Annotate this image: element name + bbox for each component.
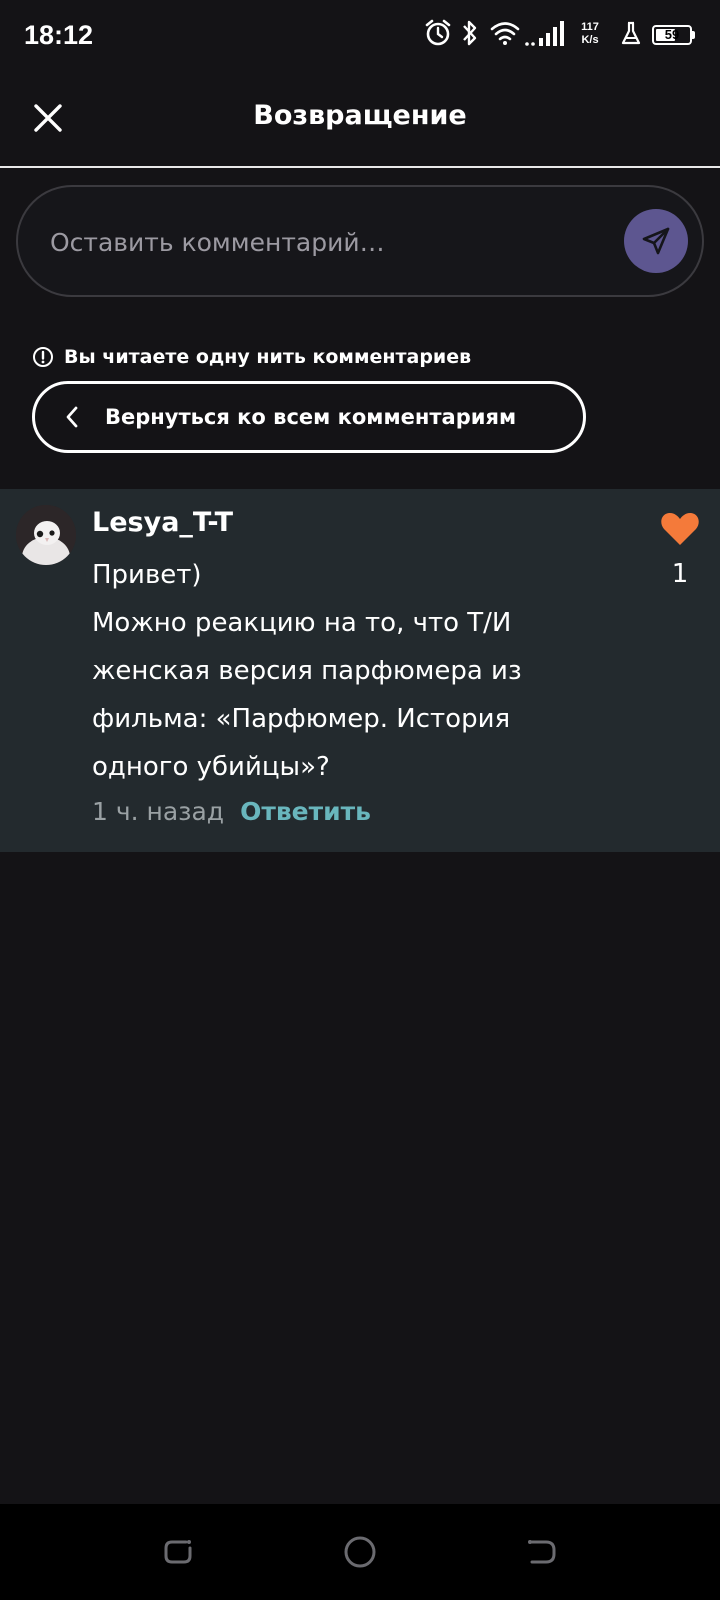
flask-icon: [621, 21, 641, 45]
alarm-icon: [425, 19, 451, 46]
comment-input[interactable]: [48, 217, 592, 267]
home-icon[interactable]: [340, 1532, 380, 1572]
back-to-all-comments-button[interactable]: Вернуться ко всем комментариям: [32, 381, 586, 453]
recent-apps-icon[interactable]: [158, 1532, 198, 1572]
nav-bar: [0, 1504, 720, 1600]
status-icons: 117 K/s 59: [424, 18, 696, 54]
comment-line: одного убийцы»?: [92, 752, 330, 782]
thread-notice-text: Вы читаете одну нить комментариев: [64, 346, 472, 368]
status-time: 18:12: [24, 20, 94, 50]
comment-line: фильма: «Парфюмер. История: [92, 704, 511, 734]
comment-line: Привет): [92, 560, 202, 590]
net-speed-value: 117: [581, 21, 599, 33]
net-speed-unit: K/s: [581, 34, 599, 46]
send-icon: [642, 227, 670, 255]
comment-username[interactable]: Lesya_T-T: [92, 507, 233, 538]
send-button[interactable]: [624, 209, 688, 273]
like-button[interactable]: [660, 511, 700, 547]
like-count: 1: [671, 559, 689, 589]
signal-icon: [525, 21, 564, 46]
app-header: Возвращение: [0, 72, 720, 168]
avatar-image: [16, 505, 76, 565]
net-speed: 117 K/s: [575, 21, 605, 47]
heart-icon: [661, 512, 699, 545]
back-to-all-comments-label: Вернуться ко всем комментариям: [105, 405, 517, 429]
page-title: Возвращение: [253, 100, 467, 131]
thread-notice: Вы читаете одну нить комментариев: [32, 343, 471, 371]
comment-text: Привет) Можно реакцию на то, что Т/И жен…: [92, 551, 562, 791]
battery-icon: 59: [652, 25, 692, 45]
bluetooth-icon: [463, 20, 477, 46]
reply-button[interactable]: Ответить: [240, 797, 371, 826]
status-bar: 18:12 117 K/s 59: [0, 0, 720, 72]
battery-level: 59: [664, 27, 680, 42]
info-icon: [33, 347, 53, 367]
comment-line: Можно реакцию на то, что Т/И: [92, 608, 512, 638]
back-icon[interactable]: [522, 1532, 562, 1572]
chevron-left-icon: [66, 406, 78, 428]
comment-box: [16, 185, 704, 297]
comment-timestamp: 1 ч. назад: [92, 796, 225, 826]
avatar[interactable]: [16, 505, 76, 565]
comment-card: Lesya_T-T Привет) Можно реакцию на то, ч…: [0, 489, 720, 852]
wifi-icon: [490, 22, 520, 45]
comment-meta: 1 ч. назад Ответить: [92, 794, 371, 828]
comment-line: женская версия парфюмера из: [92, 656, 522, 686]
